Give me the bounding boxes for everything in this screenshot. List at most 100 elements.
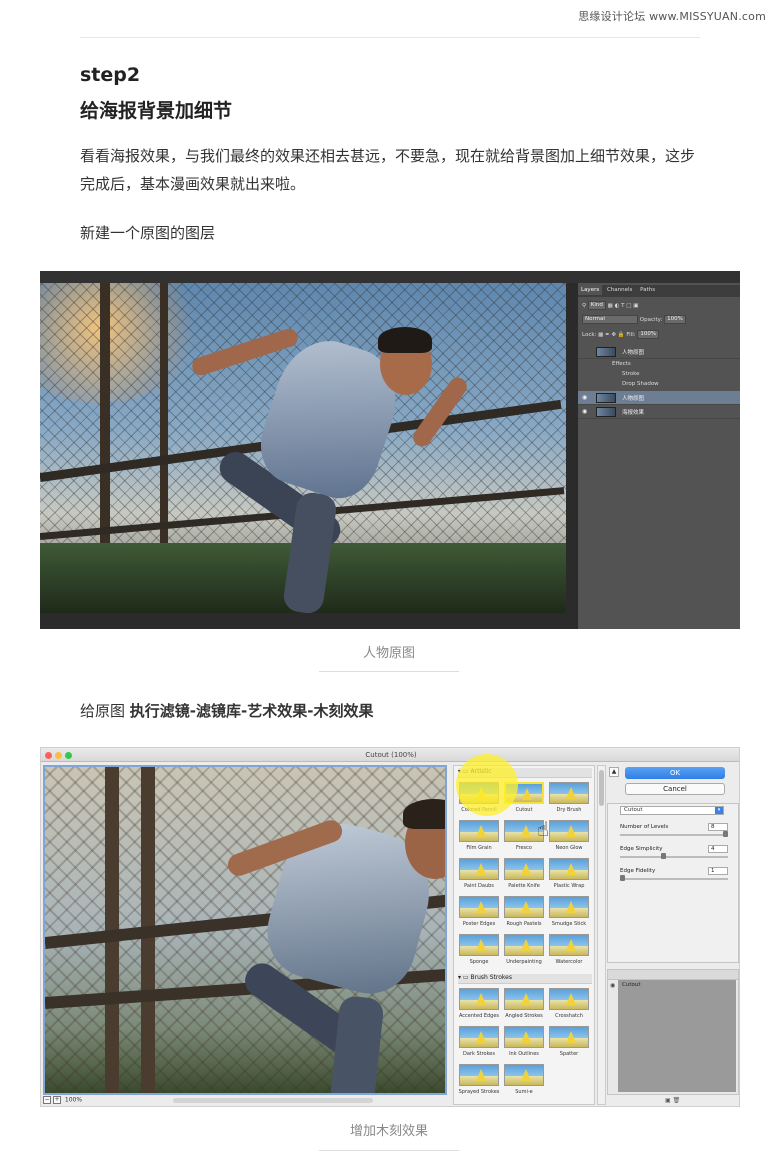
filter-thumbnail-label: Plastic Wrap xyxy=(553,883,585,889)
filter-settings: ▲ OK Cancel Cutout ▾ Number of Levels 8 Ed… xyxy=(607,765,739,1105)
param-value-field[interactable]: 4 xyxy=(708,845,728,853)
eye-icon[interactable]: ◉ xyxy=(582,408,587,415)
step-title: 给海报背景加细节 xyxy=(80,100,233,122)
filter-thumbnail[interactable]: Crosshatch xyxy=(548,988,590,1019)
filter-thumbnail[interactable]: Accented Edges xyxy=(458,988,500,1019)
horizontal-scrollbar[interactable] xyxy=(173,1098,373,1103)
effect-stroke[interactable]: Stroke xyxy=(622,371,640,377)
sailboat-thumbnail xyxy=(459,896,499,918)
filter-thumbnail[interactable]: Smudge Stick xyxy=(548,896,590,927)
lock-icons[interactable]: ▦ ✒ ✥ 🔒 xyxy=(598,332,625,338)
param-slider-handle[interactable] xyxy=(661,853,666,859)
maximize-icon[interactable] xyxy=(65,752,72,759)
caption-original: 人物原图 xyxy=(362,646,415,661)
ok-button[interactable]: OK xyxy=(625,767,725,779)
kind-select[interactable]: Kind xyxy=(587,301,606,310)
layer-row[interactable]: ◉ 海报效果 xyxy=(578,405,740,419)
tab-paths[interactable]: Paths xyxy=(637,285,658,295)
tab-channels[interactable]: Channels xyxy=(604,285,635,295)
layer-thumbnail xyxy=(596,407,616,417)
collapse-icon[interactable]: ▲ xyxy=(609,767,619,777)
sailboat-thumbnail xyxy=(549,1026,589,1048)
param-label: Number of Levels xyxy=(620,824,669,830)
filter-thumbnail-label: Palette Knife xyxy=(508,883,540,889)
filter-thumbnail[interactable]: Palette Knife xyxy=(503,858,545,889)
filter-thumbnail[interactable]: Sponge xyxy=(458,934,500,965)
param-value-field[interactable]: 1 xyxy=(708,867,728,875)
filter-thumbnail[interactable]: Angled Strokes xyxy=(503,988,545,1019)
filter-thumbnail-label: Rough Pastels xyxy=(506,921,542,927)
filter-thumbnail[interactable]: Dry Brush xyxy=(548,782,590,813)
layer-name: 人物原图 xyxy=(622,350,645,356)
eye-icon[interactable]: ◉ xyxy=(610,982,615,989)
sailboat-thumbnail xyxy=(459,988,499,1010)
filter-thumbnail-label: Neon Glow xyxy=(555,845,583,851)
top-divider xyxy=(80,37,700,38)
layer-row[interactable]: 人物原图 xyxy=(578,345,740,359)
filter-thumbnail[interactable]: Watercolor xyxy=(548,934,590,965)
hand-cursor-icon: ☝ xyxy=(537,817,550,841)
scroll-thumb[interactable] xyxy=(599,770,604,806)
param-label: Edge Fidelity xyxy=(620,868,656,874)
filter-thumbnail-label: Crosshatch xyxy=(555,1013,583,1019)
fill-field[interactable]: 100% xyxy=(637,330,660,339)
blend-row: Normal Opacity: 100% xyxy=(582,315,736,326)
filter-thumbnail[interactable]: Film Grain xyxy=(458,820,500,851)
zoom-level[interactable]: 100% xyxy=(65,1097,82,1104)
filter-thumbnail[interactable]: Poster Edges xyxy=(458,896,500,927)
filter-category[interactable]: ▾ ▭ Distort xyxy=(458,1104,592,1105)
zoom-out-button[interactable]: − xyxy=(43,1096,51,1104)
sailboat-thumbnail xyxy=(549,858,589,880)
sailboat-thumbnail xyxy=(504,934,544,956)
filter-thumbnail-label: Cutout xyxy=(515,807,533,813)
filter-list-scrollbar[interactable] xyxy=(597,765,606,1105)
param-slider-track[interactable] xyxy=(620,856,728,858)
effect-layer-name: Cutout xyxy=(622,982,641,988)
blend-mode-select[interactable]: Normal xyxy=(582,315,638,324)
filter-thumbnail[interactable]: Underpainting xyxy=(503,934,545,965)
folder-icon: ▾ ▭ xyxy=(458,1104,471,1105)
filter-thumbnail[interactable]: Ink Outlines xyxy=(503,1026,545,1057)
effect-layer-actions[interactable]: ▣ 🗑 xyxy=(665,1097,680,1104)
instruction-new-layer: 新建一个原图的图层 xyxy=(80,224,216,242)
sailboat-thumbnail xyxy=(549,896,589,918)
search-icon: ⚲ xyxy=(582,303,587,309)
lock-label: Lock: xyxy=(582,332,597,338)
layer-row-selected[interactable]: ◉ 人物原图 xyxy=(578,391,740,405)
instruction-filter: 给原图 执行滤镜-滤镜库-艺术效果-木刻效果 xyxy=(80,700,373,721)
close-icon[interactable] xyxy=(45,752,52,759)
param-slider-track[interactable] xyxy=(620,878,728,880)
sailboat-thumbnail xyxy=(549,820,589,842)
sailboat-thumbnail xyxy=(504,858,544,880)
filter-thumbnail[interactable]: Paint Daubs xyxy=(458,858,500,889)
watermark: 思缘设计论坛 www.MISSYUAN.com xyxy=(578,10,766,23)
param-slider-handle[interactable] xyxy=(620,875,625,881)
filter-thumbnail[interactable]: Plastic Wrap xyxy=(548,858,590,889)
filter-select[interactable]: Cutout ▾ xyxy=(620,806,724,815)
filter-thumbnail[interactable]: Rough Pastels xyxy=(503,896,545,927)
filter-category[interactable]: ▾ ▭ Brush Strokes xyxy=(458,974,592,984)
intro-paragraph: 看看海报效果，与我们最终的效果还相去甚远，不要急，现在就给背景图加上细节效果，这… xyxy=(80,147,696,193)
effect-drop-shadow[interactable]: Drop Shadow xyxy=(622,381,659,387)
effect-layer-row[interactable]: Cutout xyxy=(618,980,736,1092)
step-label: step2 xyxy=(80,64,141,86)
zoom-in-button[interactable]: + xyxy=(53,1096,61,1104)
sailboat-thumbnail xyxy=(459,934,499,956)
filter-thumbnail-label: Accented Edges xyxy=(458,1013,500,1019)
runner-hair xyxy=(403,799,445,829)
filter-param: Edge Fidelity 1 xyxy=(620,867,730,886)
filter-thumbnail[interactable]: Sprayed Strokes xyxy=(458,1064,500,1095)
tab-layers[interactable]: Layers xyxy=(578,285,603,295)
filter-thumbnail[interactable]: Sumi-e xyxy=(503,1064,545,1095)
filter-thumbnail[interactable]: Dark Strokes xyxy=(458,1026,500,1057)
param-value-field[interactable]: 8 xyxy=(708,823,728,831)
param-slider-handle[interactable] xyxy=(723,831,728,837)
opacity-field[interactable]: 100% xyxy=(664,315,686,324)
filter-thumbnail[interactable]: Neon Glow xyxy=(548,820,590,851)
param-slider-track[interactable] xyxy=(620,834,728,836)
cancel-button[interactable]: Cancel xyxy=(625,783,725,795)
filter-thumbnail-label: Spatter xyxy=(559,1051,579,1057)
eye-icon[interactable]: ◉ xyxy=(582,394,587,401)
filter-thumbnail[interactable]: Spatter xyxy=(548,1026,590,1057)
minimize-icon[interactable] xyxy=(55,752,62,759)
